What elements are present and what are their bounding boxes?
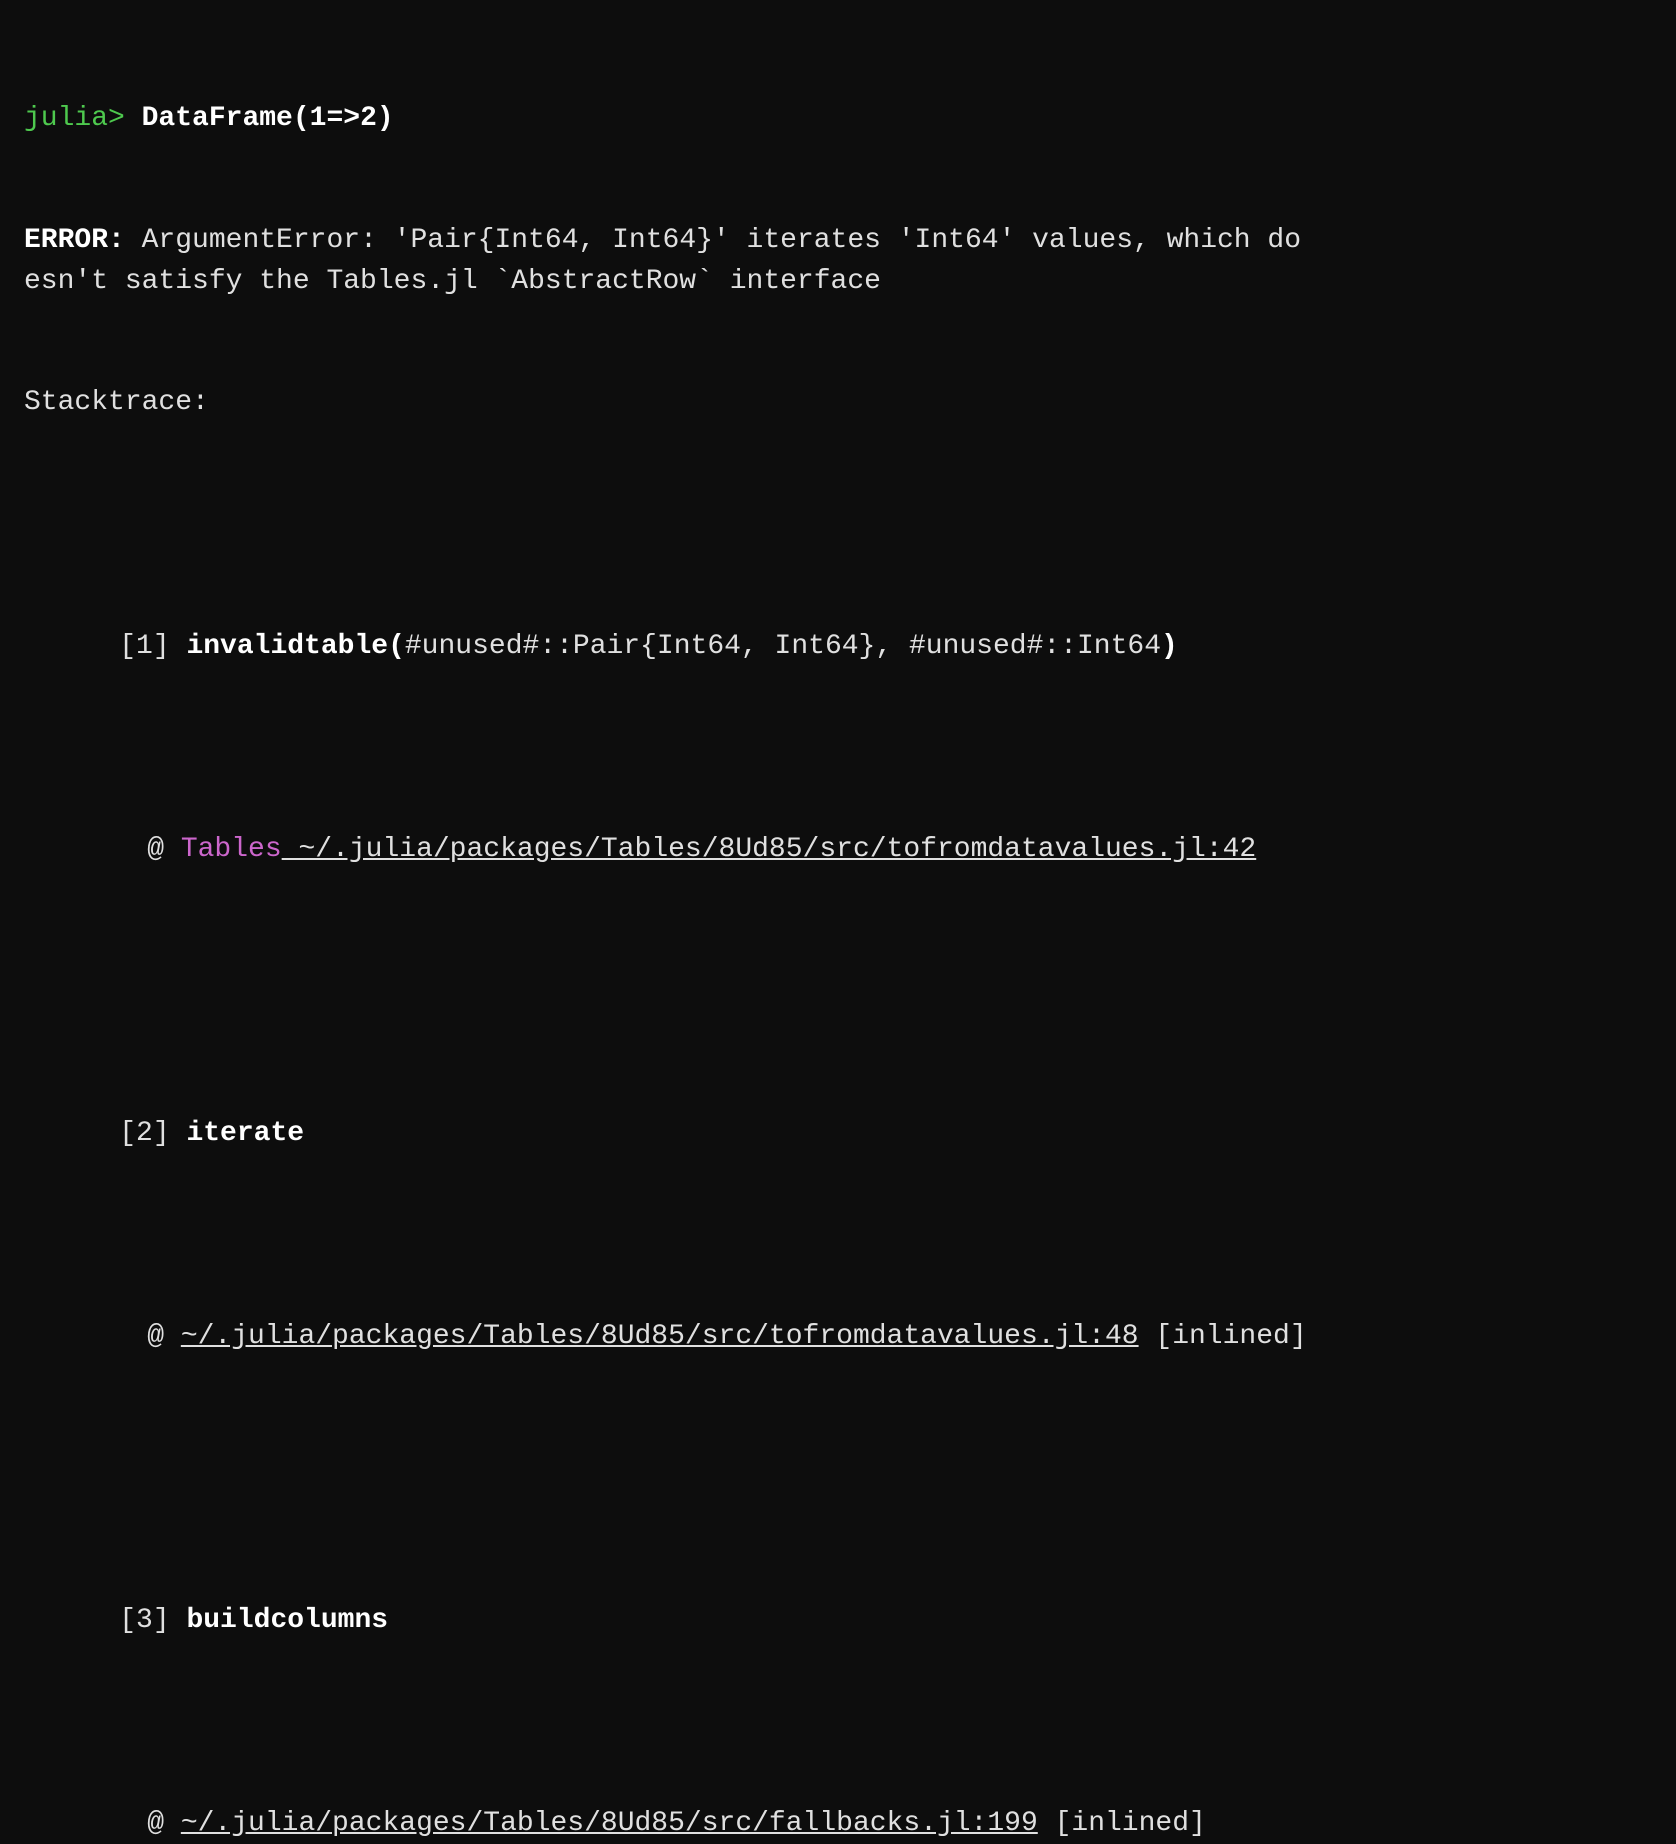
error-message: ArgumentError: 'Pair{Int64, Int64}' iter…: [125, 225, 1301, 256]
command: DataFrame(1=>2): [125, 103, 394, 134]
frame-1-package: Tables: [181, 834, 282, 865]
prompt: julia>: [24, 103, 125, 134]
frame-2-path: ~/.julia/packages/Tables/8Ud85/src/tofro…: [181, 1321, 1139, 1352]
frame-1-func: invalidtable(: [186, 631, 404, 662]
stacktrace-label: Stacktrace:: [24, 387, 209, 418]
frame-2-func: iterate: [186, 1118, 304, 1149]
frame-3-path-line: @ ~/.julia/packages/Tables/8Ud85/src/fal…: [24, 1764, 1652, 1844]
terminal-output: julia> DataFrame(1=>2) ERROR: ArgumentEr…: [24, 18, 1652, 1844]
frame-3-func: buildcolumns: [186, 1605, 388, 1636]
frame-3-path: ~/.julia/packages/Tables/8Ud85/src/fallb…: [181, 1808, 1038, 1839]
frame-1-path: ~/.julia/packages/Tables/8Ud85/src/tofro…: [282, 834, 1257, 865]
frame-2-path-line: @ ~/.julia/packages/Tables/8Ud85/src/tof…: [24, 1276, 1652, 1398]
frame-1-func-line: [1] invalidtable(#unused#::Pair{Int64, I…: [24, 586, 1652, 708]
error-continuation: esn't satisfy the Tables.jl `AbstractRow…: [24, 262, 1652, 303]
error-label: ERROR:: [24, 225, 125, 256]
stacktrace-label-line: Stacktrace:: [24, 383, 1652, 424]
error-line: ERROR: ArgumentError: 'Pair{Int64, Int64…: [24, 221, 1652, 262]
command-line: julia> DataFrame(1=>2): [24, 99, 1652, 140]
frame-3-func-line: [3] buildcolumns: [24, 1561, 1652, 1683]
frame-2-func-line: [2] iterate: [24, 1073, 1652, 1195]
frame-1-path-line: @ Tables ~/.julia/packages/Tables/8Ud85/…: [24, 789, 1652, 911]
